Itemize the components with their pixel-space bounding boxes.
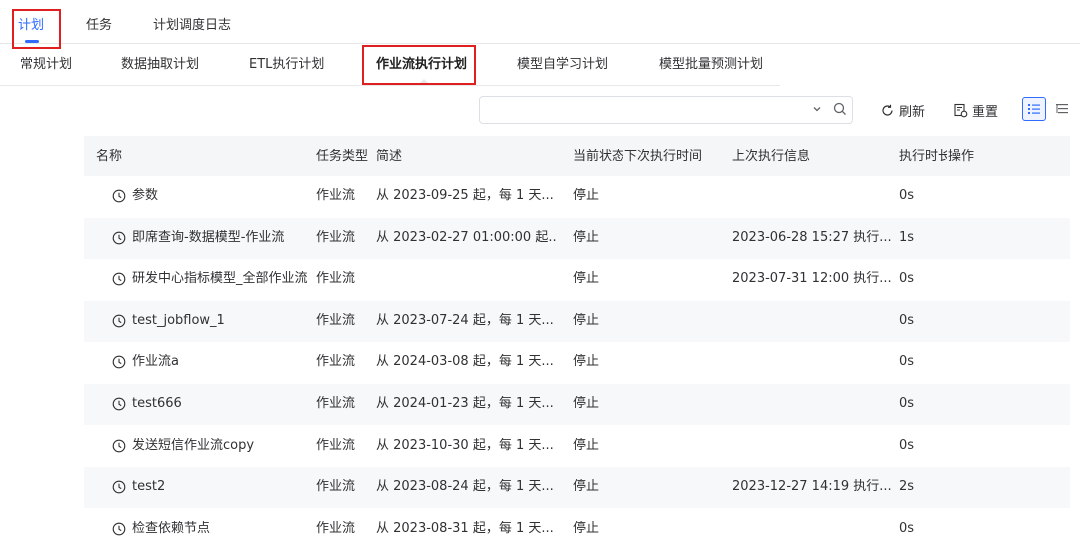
cell-duration: 0s	[899, 520, 915, 536]
clock-icon	[112, 189, 126, 203]
clock-icon	[112, 314, 126, 328]
cell-name[interactable]: 研发中心指标模型_全部作业流	[132, 271, 312, 287]
subtab-model-selflearn-plan[interactable]: 模型自学习计划	[517, 57, 608, 73]
cell-description: 从 2023-08-24 起，每 1 天...	[376, 479, 554, 495]
col-actions: 操作	[948, 149, 975, 164]
table-row[interactable]: test2 作业流 从 2023-08-24 起，每 1 天... 停止 2023-12…	[84, 467, 1070, 509]
cell-name[interactable]: 即席查询-数据模型-作业流	[132, 230, 312, 246]
cell-name[interactable]: 发送短信作业流copy	[132, 438, 312, 454]
cell-duration: 0s	[899, 437, 915, 453]
reset-icon	[954, 103, 968, 117]
subtab-regular-plan[interactable]: 常规计划	[20, 57, 72, 73]
cell-task-type: 作业流	[316, 229, 356, 245]
clock-icon	[112, 522, 126, 536]
cell-status: 停止	[573, 479, 600, 495]
table-row[interactable]: 发送短信作业流copy 作业流 从 2023-10-30 起，每 1 天... 停止 0…	[84, 426, 1070, 467]
tab-task[interactable]: 任务	[86, 18, 112, 34]
cell-task-type: 作业流	[316, 396, 356, 411]
cell-last-info: 2023-12-27 14:19 执行...	[732, 479, 892, 495]
table-row[interactable]: test666 作业流 从 2024-01-23 起，每 1 天... 停止 0s	[84, 384, 1070, 425]
cell-duration: 0s	[899, 271, 915, 287]
cell-duration: 2s	[899, 479, 915, 495]
cell-status: 停止	[573, 312, 600, 328]
clock-icon	[112, 439, 126, 453]
cell-task-type: 作业流	[316, 271, 356, 287]
cell-description: 从 2024-01-23 起，每 1 天...	[376, 396, 554, 411]
chevron-down-icon[interactable]	[811, 103, 823, 115]
clock-icon	[112, 355, 126, 369]
cell-name[interactable]: test666	[132, 396, 312, 412]
col-description: 简述	[376, 149, 403, 164]
list-view-icon	[1028, 104, 1040, 114]
col-duration: 执行时长	[899, 149, 947, 164]
cell-task-type: 作业流	[316, 520, 356, 536]
cell-description: 从 2023-09-25 起，每 1 天...	[376, 188, 554, 203]
cell-duration: 1s	[899, 229, 915, 245]
subtab-etl-plan[interactable]: ETL执行计划	[249, 57, 324, 73]
col-status: 当前状态	[573, 149, 623, 164]
cell-description: 从 2023-08-31 起，每 1 天...	[376, 520, 554, 536]
cell-last-info: 2023-07-31 12:00 执行...	[732, 271, 892, 287]
cell-status: 停止	[573, 229, 600, 245]
cell-name[interactable]: 参数	[132, 188, 312, 204]
cell-description: 从 2023-07-24 起，每 1 天...	[376, 312, 554, 328]
table-row[interactable]: test_jobflow_1 作业流 从 2023-07-24 起，每 1 天...…	[84, 300, 1070, 342]
refresh-label: 刷新	[899, 104, 926, 120]
cell-status: 停止	[573, 354, 600, 370]
search-input[interactable]	[479, 96, 853, 124]
refresh-icon	[882, 104, 893, 116]
cell-task-type: 作业流	[316, 437, 356, 453]
cell-description: 从 2023-02-27 01:00:00 起...	[376, 229, 556, 245]
cell-status: 停止	[573, 437, 600, 453]
tab-schedule-log[interactable]: 计划调度日志	[153, 18, 231, 34]
cell-status: 停止	[573, 520, 600, 536]
cell-duration: 0s	[899, 354, 915, 370]
cell-description: 从 2024-03-08 起，每 1 天...	[376, 354, 554, 370]
reset-button[interactable]: 重置	[953, 101, 999, 120]
highlight-box-plan-tab	[12, 9, 61, 49]
cell-status: 停止	[573, 271, 600, 287]
reset-label: 重置	[972, 104, 999, 120]
cell-status: 停止	[573, 188, 600, 203]
cell-task-type: 作业流	[316, 312, 356, 328]
cell-name[interactable]: test2	[132, 479, 312, 495]
list-view-button[interactable]	[1022, 97, 1046, 121]
clock-icon	[112, 272, 126, 286]
cell-name[interactable]: test_jobflow_1	[132, 313, 312, 329]
tree-view-button[interactable]	[1050, 97, 1074, 121]
table-row[interactable]: 作业流a 作业流 从 2024-03-08 起，每 1 天... 停止 0s	[84, 342, 1070, 383]
cell-name[interactable]: 作业流a	[132, 354, 312, 370]
cell-status: 停止	[573, 396, 600, 411]
col-last-info: 上次执行信息	[732, 149, 811, 164]
cell-duration: 0s	[899, 312, 915, 328]
subtab-data-extract-plan[interactable]: 数据抽取计划	[121, 57, 199, 73]
cell-duration: 0s	[899, 188, 915, 203]
col-next-time: 下次执行时间	[624, 149, 703, 164]
clock-icon	[112, 480, 126, 494]
clock-icon	[112, 231, 126, 245]
table-row[interactable]: 参数 作业流 从 2023-09-25 起，每 1 天... 停止 0s	[84, 176, 1070, 217]
refresh-button[interactable]: 刷新	[880, 101, 926, 120]
col-task-type: 任务类型	[316, 149, 369, 164]
table-header: 名称 任务类型 简述 当前状态 下次执行时间 上次执行信息 执行时长 操作	[84, 136, 1070, 176]
cell-name[interactable]: 检查依赖节点	[132, 521, 312, 537]
col-name: 名称	[96, 149, 123, 164]
highlight-box-jobflow-subtab	[362, 45, 476, 85]
table-row[interactable]: 即席查询-数据模型-作业流 作业流 从 2023-02-27 01:00:00 起.…	[84, 217, 1070, 259]
subtab-model-batch-predict-plan[interactable]: 模型批量预测计划	[659, 57, 763, 73]
table-row[interactable]: 研发中心指标模型_全部作业流 作业流 停止 2023-07-31 12:00 执行..…	[84, 259, 1070, 300]
cell-description: 从 2023-10-30 起，每 1 天...	[376, 437, 554, 453]
cell-last-info: 2023-06-28 15:27 执行...	[732, 229, 892, 245]
cell-duration: 0s	[899, 396, 915, 411]
cell-task-type: 作业流	[316, 188, 356, 203]
cell-task-type: 作业流	[316, 479, 356, 495]
tree-view-icon	[1056, 104, 1068, 114]
search-icon[interactable]	[833, 102, 847, 116]
clock-icon	[112, 397, 126, 411]
cell-task-type: 作业流	[316, 354, 356, 370]
table-row[interactable]: 检查依赖节点 作业流 从 2023-08-31 起，每 1 天... 停止 0s	[84, 509, 1070, 549]
